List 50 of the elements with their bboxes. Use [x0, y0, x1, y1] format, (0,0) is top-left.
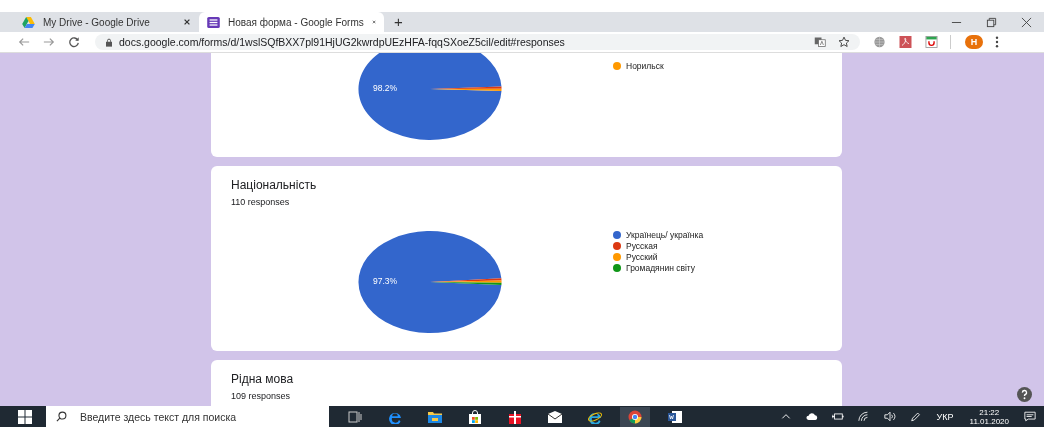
legend-label: Русская: [626, 241, 658, 251]
star-icon[interactable]: [838, 36, 850, 48]
wifi-icon[interactable]: [857, 411, 870, 422]
help-icon[interactable]: [1017, 387, 1032, 402]
translate-icon[interactable]: [814, 36, 826, 48]
folder-icon[interactable]: [428, 409, 442, 424]
clock[interactable]: 21:22 11.01.2020: [969, 407, 1009, 426]
legend-label: Громадянин світу: [626, 263, 696, 273]
battery-icon[interactable]: [831, 411, 844, 422]
browser-tab[interactable]: Новая форма - Google Forms: [199, 12, 384, 32]
lock-icon: [105, 37, 113, 47]
close-icon[interactable]: [1021, 16, 1032, 28]
speaker-icon[interactable]: [883, 411, 896, 422]
triangle-logo-icon: [22, 16, 35, 28]
question-title: Національність: [231, 178, 318, 192]
url-text: docs.google.com/forms/d/1wslSQfBXX7pl91HjUG2kwrdpUEzHFA-fqqSXoeZ5cil/edit#responses: [119, 36, 565, 48]
pdf-extension-icon[interactable]: [899, 36, 912, 48]
gift-icon[interactable]: [508, 409, 522, 424]
response-count: 109 responses: [231, 391, 292, 401]
restore-icon[interactable]: [986, 16, 997, 28]
notification-icon[interactable]: [1024, 411, 1036, 422]
percent-label: 98.2%: [373, 83, 398, 93]
internet-explorer-icon[interactable]: [588, 409, 602, 424]
reload-icon[interactable]: [68, 36, 80, 48]
back-arrow-icon[interactable]: [18, 36, 30, 48]
legend-label: Українець/ українка: [626, 230, 704, 240]
new-tab-button[interactable]: +: [388, 13, 409, 31]
globe-icon[interactable]: [873, 36, 886, 48]
forward-arrow-icon[interactable]: [43, 36, 55, 48]
language-indicator[interactable]: УКР: [936, 411, 954, 422]
cloud-icon[interactable]: [805, 411, 818, 422]
search-field[interactable]: Введите здесь текст для поиска: [46, 406, 329, 427]
form-list-icon: [207, 16, 220, 28]
task-view-icon[interactable]: [348, 409, 362, 424]
mail-icon[interactable]: [548, 409, 562, 424]
legend-label: Русский: [626, 252, 658, 262]
legend-label: Норильск: [626, 61, 664, 71]
close-icon[interactable]: [183, 18, 191, 26]
windows-start-icon[interactable]: [18, 409, 32, 424]
percent-label: 97.3%: [373, 276, 398, 286]
pen-icon[interactable]: [909, 411, 922, 422]
browser-tab[interactable]: My Drive - Google Drive: [14, 12, 199, 32]
chrome-icon[interactable]: [620, 406, 650, 427]
pocket-extension-icon[interactable]: [925, 36, 938, 48]
word-document-icon[interactable]: [668, 409, 682, 424]
menu-icon[interactable]: [995, 36, 999, 48]
address-bar[interactable]: docs.google.com/forms/d/1wslSQfBXX7pl91HjUG2kwrdpUEzHFA-fqqSXoeZ5cil/edit#responses: [95, 34, 860, 50]
question-title: Рідна мова: [231, 372, 295, 386]
shopping-bag-icon[interactable]: [468, 409, 482, 424]
response-count: 110 responses: [231, 197, 291, 207]
